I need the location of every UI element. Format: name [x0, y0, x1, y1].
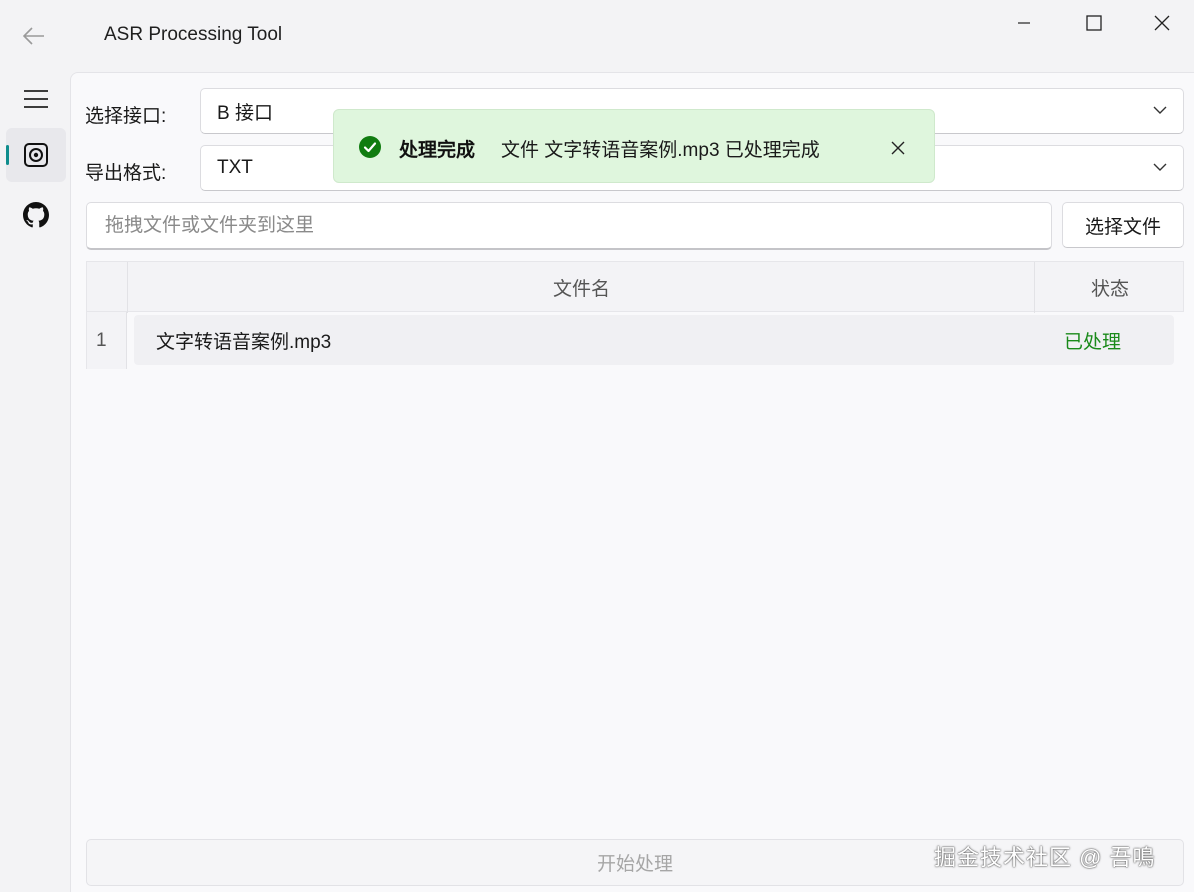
sidebar: [0, 72, 70, 892]
interface-label: 选择接口:: [85, 106, 167, 127]
nav-item-asr[interactable]: [6, 128, 66, 182]
cell-status: 已处理: [1064, 331, 1122, 353]
app-title: ASR Processing Tool: [104, 24, 283, 45]
close-icon: [1154, 15, 1170, 31]
minimize-icon: [1018, 22, 1030, 24]
toast-close-button[interactable]: [882, 132, 914, 164]
column-header-filename[interactable]: 文件名: [128, 262, 1035, 313]
check-circle-icon: [359, 136, 381, 158]
file-table: 文件名 状态 1 文字转语音案例.mp3 已处理: [86, 261, 1184, 369]
active-nav-indicator: [6, 145, 9, 165]
maximize-button[interactable]: [1060, 0, 1128, 46]
file-drop-input[interactable]: [86, 202, 1052, 250]
back-button[interactable]: [12, 18, 56, 54]
close-window-button[interactable]: [1128, 0, 1194, 46]
maximize-icon: [1086, 15, 1102, 31]
row-cells[interactable]: 文字转语音案例.mp3 已处理: [134, 315, 1174, 365]
toast-message: 文件 文字转语音案例.mp3 已处理完成: [501, 140, 820, 161]
minimize-button[interactable]: [990, 0, 1058, 46]
table-header: 文件名 状态: [86, 261, 1185, 313]
success-toast: 处理完成 文件 文字转语音案例.mp3 已处理完成: [333, 109, 935, 183]
chevron-down-icon: [1153, 163, 1167, 171]
table-row[interactable]: 1 文字转语音案例.mp3 已处理: [86, 312, 1184, 369]
menu-toggle-button[interactable]: [6, 72, 66, 126]
row-number: 1: [86, 312, 127, 369]
column-header-status[interactable]: 状态: [1035, 262, 1185, 313]
toast-title: 处理完成: [399, 140, 476, 161]
nav-item-github[interactable]: [6, 188, 66, 242]
choose-file-button[interactable]: 选择文件: [1062, 202, 1184, 248]
github-icon: [23, 202, 49, 228]
record-icon: [24, 143, 48, 167]
cell-filename: 文字转语音案例.mp3: [156, 331, 332, 353]
close-icon: [891, 141, 905, 155]
back-arrow-icon: [23, 27, 44, 45]
main-content: 选择接口: B 接口 导出格式: TXT 选择文件 文件名 状态 1 文字转语音…: [70, 72, 1194, 892]
watermark-text: 掘金技术社区 @ 吾鳴: [934, 845, 1156, 870]
title-bar: ASR Processing Tool: [0, 0, 1194, 72]
interface-select-value: B 接口: [217, 102, 273, 124]
format-select-value: TXT: [217, 157, 253, 178]
chevron-down-icon: [1153, 106, 1167, 114]
hamburger-menu-icon: [24, 90, 48, 108]
format-label: 导出格式:: [85, 163, 167, 184]
